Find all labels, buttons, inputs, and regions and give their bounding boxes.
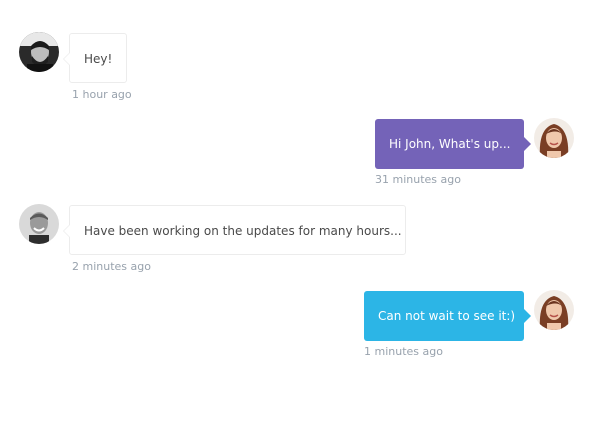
avatar-man-beard[interactable] (19, 32, 59, 72)
avatar-woman[interactable] (534, 290, 574, 330)
woman-avatar-icon (534, 290, 574, 330)
man-smiling-avatar-icon (19, 204, 59, 244)
avatar-man-smiling[interactable] (19, 204, 59, 244)
message-bubble-outgoing[interactable]: Hi John, What's up... (375, 119, 531, 169)
man-beard-avatar-icon (19, 32, 59, 72)
message-timestamp: 2 minutes ago (72, 260, 151, 273)
message-bubble-outgoing[interactable]: Can not wait to see it:) (364, 291, 531, 341)
message-timestamp: 1 hour ago (72, 88, 132, 101)
avatar-woman[interactable] (534, 118, 574, 158)
chat-thread: Hey! 1 hour ago Hi John, What's up... 31… (0, 0, 596, 422)
message-bubble-incoming[interactable]: Hey! (62, 33, 128, 83)
message-timestamp: 31 minutes ago (375, 173, 461, 186)
message-timestamp: 1 minutes ago (364, 345, 443, 358)
woman-avatar-icon (534, 118, 574, 158)
message-bubble-incoming[interactable]: Have been working on the updates for man… (63, 205, 406, 255)
